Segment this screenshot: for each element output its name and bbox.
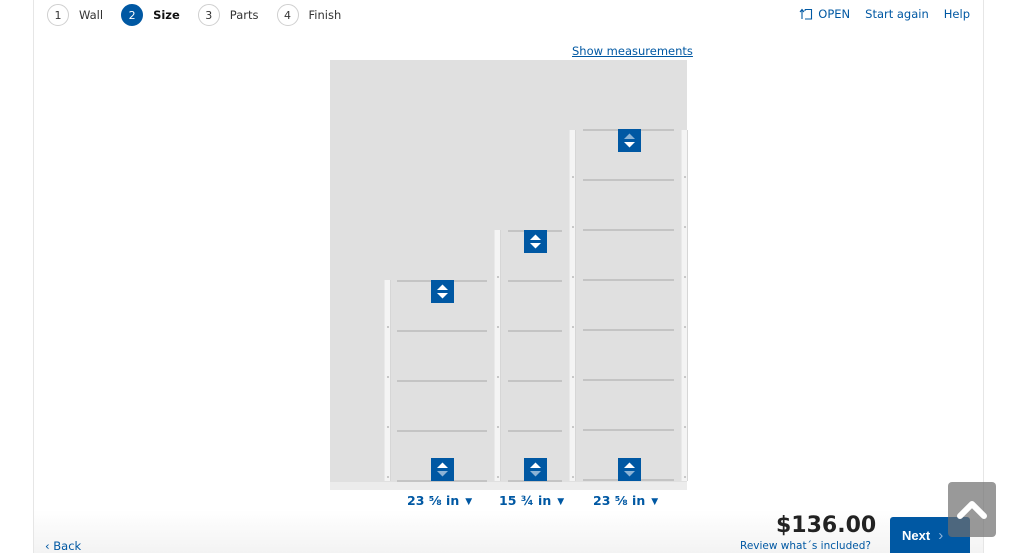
shelf[interactable] — [397, 330, 487, 332]
next-label: Next — [902, 527, 931, 543]
review-included-link[interactable]: Review what´s included? — [740, 540, 871, 552]
upright-post[interactable] — [384, 280, 391, 481]
shelf[interactable] — [583, 429, 674, 431]
shelf[interactable] — [583, 279, 674, 281]
page-border-right — [983, 0, 984, 553]
section-2-bottom-height-button[interactable] — [524, 458, 547, 481]
back-link[interactable]: ‹ Back — [45, 539, 81, 553]
post-hole — [684, 426, 686, 428]
width-selectors: 23 ⅝ in ▼ 15 ¾ in ▼ 23 ⅝ in ▼ — [0, 493, 1024, 511]
shelf[interactable] — [397, 430, 487, 432]
post-hole — [572, 376, 574, 378]
section-1-top-height-button[interactable] — [431, 280, 454, 303]
section-3-width-select[interactable]: 23 ⅝ in ▼ — [593, 493, 658, 508]
post-hole — [387, 376, 389, 378]
section-2-top-height-button[interactable] — [524, 230, 547, 253]
post-hole — [387, 476, 389, 478]
up-down-arrows-icon — [437, 284, 448, 299]
step-label: Parts — [229, 8, 259, 22]
step-number: 3 — [197, 4, 220, 26]
section-1-width-select[interactable]: 23 ⅝ in ▼ — [407, 493, 472, 508]
width-value: 23 ⅝ in — [407, 493, 460, 508]
chevron-up-icon — [957, 501, 987, 519]
post-hole — [387, 326, 389, 328]
step-number: 1 — [47, 4, 69, 26]
up-down-arrows-icon — [530, 234, 541, 249]
post-hole — [684, 276, 686, 278]
show-measurements-link[interactable]: Show measurements — [572, 44, 693, 58]
shelf[interactable] — [508, 280, 562, 282]
section-1-bottom-height-button[interactable] — [431, 458, 454, 481]
upright-post[interactable] — [569, 130, 576, 481]
post-hole — [497, 326, 499, 328]
top-links: OPEN Start again Help — [799, 7, 970, 21]
caret-down-icon: ▼ — [651, 497, 659, 507]
shelf[interactable] — [583, 379, 674, 381]
step-finish[interactable]: 4 Finish — [276, 4, 342, 26]
shelf[interactable] — [508, 330, 562, 332]
back-label: Back — [53, 539, 82, 553]
post-hole — [572, 176, 574, 178]
chevron-right-icon: › — [938, 526, 944, 544]
up-down-arrows-icon — [530, 462, 541, 477]
post-hole — [572, 276, 574, 278]
post-hole — [572, 226, 574, 228]
post-hole — [497, 476, 499, 478]
page-border-left — [33, 0, 34, 553]
shelf[interactable] — [508, 380, 562, 382]
post-hole — [684, 226, 686, 228]
upright-post[interactable] — [494, 230, 501, 481]
step-number: 4 — [276, 4, 299, 26]
total-price: $136.00 — [776, 513, 877, 538]
post-hole — [387, 426, 389, 428]
step-size[interactable]: 2 Size — [121, 4, 180, 26]
floor-strip — [330, 482, 687, 490]
up-down-arrows-icon — [437, 462, 448, 477]
caret-down-icon: ▼ — [465, 497, 473, 507]
up-down-arrows-icon — [624, 462, 635, 477]
width-value: 23 ⅝ in — [593, 493, 646, 508]
post-hole — [684, 326, 686, 328]
post-hole — [684, 176, 686, 178]
shelf[interactable] — [583, 229, 674, 231]
step-wall[interactable]: 1 Wall — [47, 4, 103, 26]
section-3-top-height-button[interactable] — [618, 129, 641, 152]
post-hole — [497, 376, 499, 378]
post-hole — [572, 426, 574, 428]
scroll-to-top-button[interactable] — [948, 482, 996, 537]
open-label: OPEN — [818, 7, 851, 21]
post-hole — [572, 476, 574, 478]
post-hole — [497, 426, 499, 428]
step-parts[interactable]: 3 Parts — [197, 4, 259, 26]
width-value: 15 ¾ in — [499, 493, 552, 508]
step-label: Size — [153, 8, 180, 22]
shelf[interactable] — [583, 179, 674, 181]
open-link[interactable]: OPEN — [799, 7, 850, 21]
up-down-arrows-icon — [624, 133, 635, 148]
post-hole — [684, 376, 686, 378]
shelf[interactable] — [508, 430, 562, 432]
upright-post[interactable] — [681, 130, 688, 481]
help-link[interactable]: Help — [944, 7, 970, 21]
post-hole — [497, 276, 499, 278]
shelf[interactable] — [583, 329, 674, 331]
post-hole — [684, 476, 686, 478]
open-file-icon — [799, 8, 813, 20]
page: 1 Wall 2 Size 3 Parts 4 Finish OPEN Star… — [0, 0, 1024, 553]
step-number: 2 — [121, 4, 144, 26]
step-label: Finish — [308, 8, 342, 22]
section-2-width-select[interactable]: 15 ¾ in ▼ — [499, 493, 564, 508]
shelf[interactable] — [397, 380, 487, 382]
caret-down-icon: ▼ — [557, 497, 565, 507]
step-progress: 1 Wall 2 Size 3 Parts 4 Finish — [47, 4, 359, 26]
start-again-link[interactable]: Start again — [865, 7, 929, 21]
section-3-bottom-height-button[interactable] — [618, 458, 641, 481]
post-hole — [572, 326, 574, 328]
step-label: Wall — [79, 8, 104, 22]
